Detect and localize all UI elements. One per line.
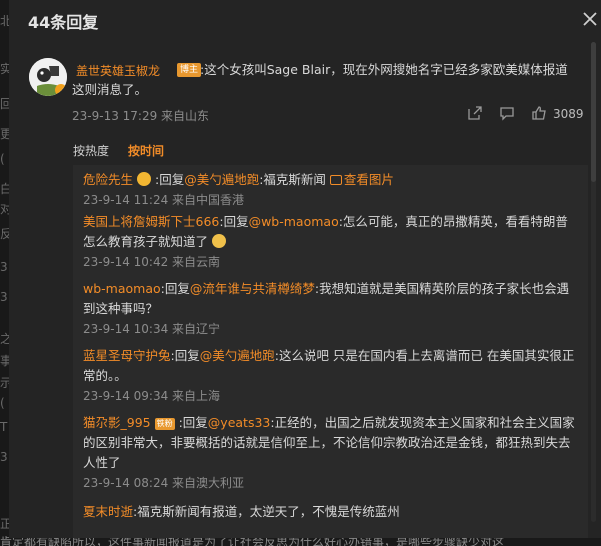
share-icon[interactable] [467, 105, 483, 121]
backdrop-edge-text: 对 [0, 202, 9, 216]
reply-date: 23-9-14 11:24 来自中国香港 [83, 193, 245, 207]
reply-author[interactable]: 美国上将詹姆斯下士666 [83, 214, 219, 229]
backdrop-edge-text: ( [0, 152, 5, 166]
backdrop-edge-text: 更 [0, 127, 9, 141]
reply-prefix: :回复 [170, 348, 200, 363]
sort-by-time-tab[interactable]: 按时间 [128, 142, 164, 159]
sort-by-hot-tab[interactable]: 按热度 [73, 142, 109, 159]
backdrop-edge-text: 3 [0, 450, 8, 464]
sort-tabs: 按热度 按时间 [9, 140, 589, 160]
comment-date: 23-9-13 17:29 来自山东 [72, 109, 210, 123]
reply-prefix: :回复 [160, 281, 190, 296]
doge-emoji-icon [212, 234, 226, 248]
close-icon[interactable] [581, 10, 599, 28]
reply-mention[interactable]: @流年谁与共清樽绮梦 [190, 281, 315, 296]
reply-prefix: :回复 [219, 214, 249, 229]
crown-icon [137, 172, 151, 186]
reply-author[interactable]: 蓝星圣母守护兔 [83, 348, 171, 363]
view-image-label: 查看图片 [343, 172, 394, 187]
reply-date: 23-9-14 08:24 来自澳大利亚 [83, 476, 245, 490]
reply-mention[interactable]: @美勺遍地跑 [184, 172, 259, 187]
list-item: 夏末时逝:福克斯新闻有报道，太逆天了，不愧是传统蓝州 [83, 502, 579, 522]
reply-date: 23-9-14 10:42 来自云南 [83, 255, 221, 269]
reply-list: 危险先生 :回复@美勺遍地跑:福克斯新闻 查看图片 23-9-14 11:24 … [73, 165, 588, 538]
backdrop-edge-text: 实 [0, 62, 9, 76]
reply-date: 23-9-14 10:34 来自辽宁 [83, 322, 221, 336]
fan-badge: 铁粉 [154, 418, 175, 430]
backdrop-edge-text: 白 [0, 182, 9, 196]
reply-author[interactable]: 猫尕影_995 [83, 415, 151, 430]
reply-author[interactable]: 危险先生 [83, 172, 133, 187]
backdrop-edge-text: 反 [0, 227, 9, 241]
verified-badge-icon [55, 84, 67, 96]
reply-mention[interactable]: @wb-maomao [249, 214, 339, 229]
reply-prefix: :回复 [178, 415, 208, 430]
reply-author[interactable]: wb-maomao [83, 281, 161, 296]
avatar[interactable] [29, 58, 67, 96]
backdrop-edge-text: 3 [0, 260, 8, 274]
backdrop-edge-text: 示 [0, 376, 9, 390]
reply-prefix: :回复 [154, 172, 185, 187]
dialog-header: 44条回复 [9, 0, 601, 40]
list-item: 美国上将詹姆斯下士666:回复@wb-maomao:怎么可能，真正的昂撒精英，看… [83, 212, 579, 272]
view-image-link[interactable]: 查看图片 [329, 172, 394, 187]
author-badge: 博主 [177, 63, 202, 77]
comment-actions: 3089 [459, 105, 589, 123]
dialog-scrollbar[interactable] [591, 42, 596, 522]
backdrop-edge-text: 3 [0, 290, 8, 304]
list-item: wb-maomao:回复@流年谁与共清樽绮梦:我想知道就是美国精英阶层的孩子家长… [83, 279, 579, 339]
reply-text: :福克斯新闻 [259, 172, 326, 187]
scrollbar-thumb[interactable] [591, 42, 596, 182]
comment-author[interactable]: 盖世英雄玉椒龙 [76, 62, 160, 79]
image-icon [329, 175, 342, 185]
reply-mention[interactable]: @美勺遍地跑 [200, 348, 275, 363]
backdrop-edge-text: 北 [0, 14, 9, 28]
backdrop-edge-text: T [0, 420, 8, 434]
comment-icon[interactable] [499, 105, 515, 121]
list-item: 危险先生 :回复@美勺遍地跑:福克斯新闻 查看图片 23-9-14 11:24 … [83, 170, 579, 210]
replies-dialog: 44条回复 :这个女孩叫Sage Blair，现在外网搜她名字已经多家欧美媒体报… [9, 0, 601, 538]
list-item: 蓝星圣母守护兔:回复@美勺遍地跑:这么说吧 只是在国内看上去离谱而已 在美国其实… [83, 346, 579, 406]
like-icon[interactable] [531, 105, 547, 121]
backdrop-edge-text: 正 [0, 517, 9, 531]
backdrop-edge-text: 回 [0, 97, 9, 111]
like-count: 3089 [553, 107, 584, 121]
reply-mention[interactable]: @yeats33 [208, 415, 271, 430]
backdrop-edge-text: ( [0, 396, 5, 410]
reply-date: 23-9-14 09:34 来自上海 [83, 389, 221, 403]
backdrop-edge-text: 事 [0, 354, 9, 368]
dialog-title: 44条回复 [28, 13, 99, 32]
list-item: 猫尕影_995 铁粉 :回复@yeats33:正经的，出国之后就发现资本主义国家… [83, 413, 579, 493]
reply-text: :福克斯新闻有报道，太逆天了，不愧是传统蓝州 [133, 504, 400, 519]
backdrop-edge-text: 之 [0, 332, 9, 346]
reply-author[interactable]: 夏末时逝 [83, 504, 133, 519]
